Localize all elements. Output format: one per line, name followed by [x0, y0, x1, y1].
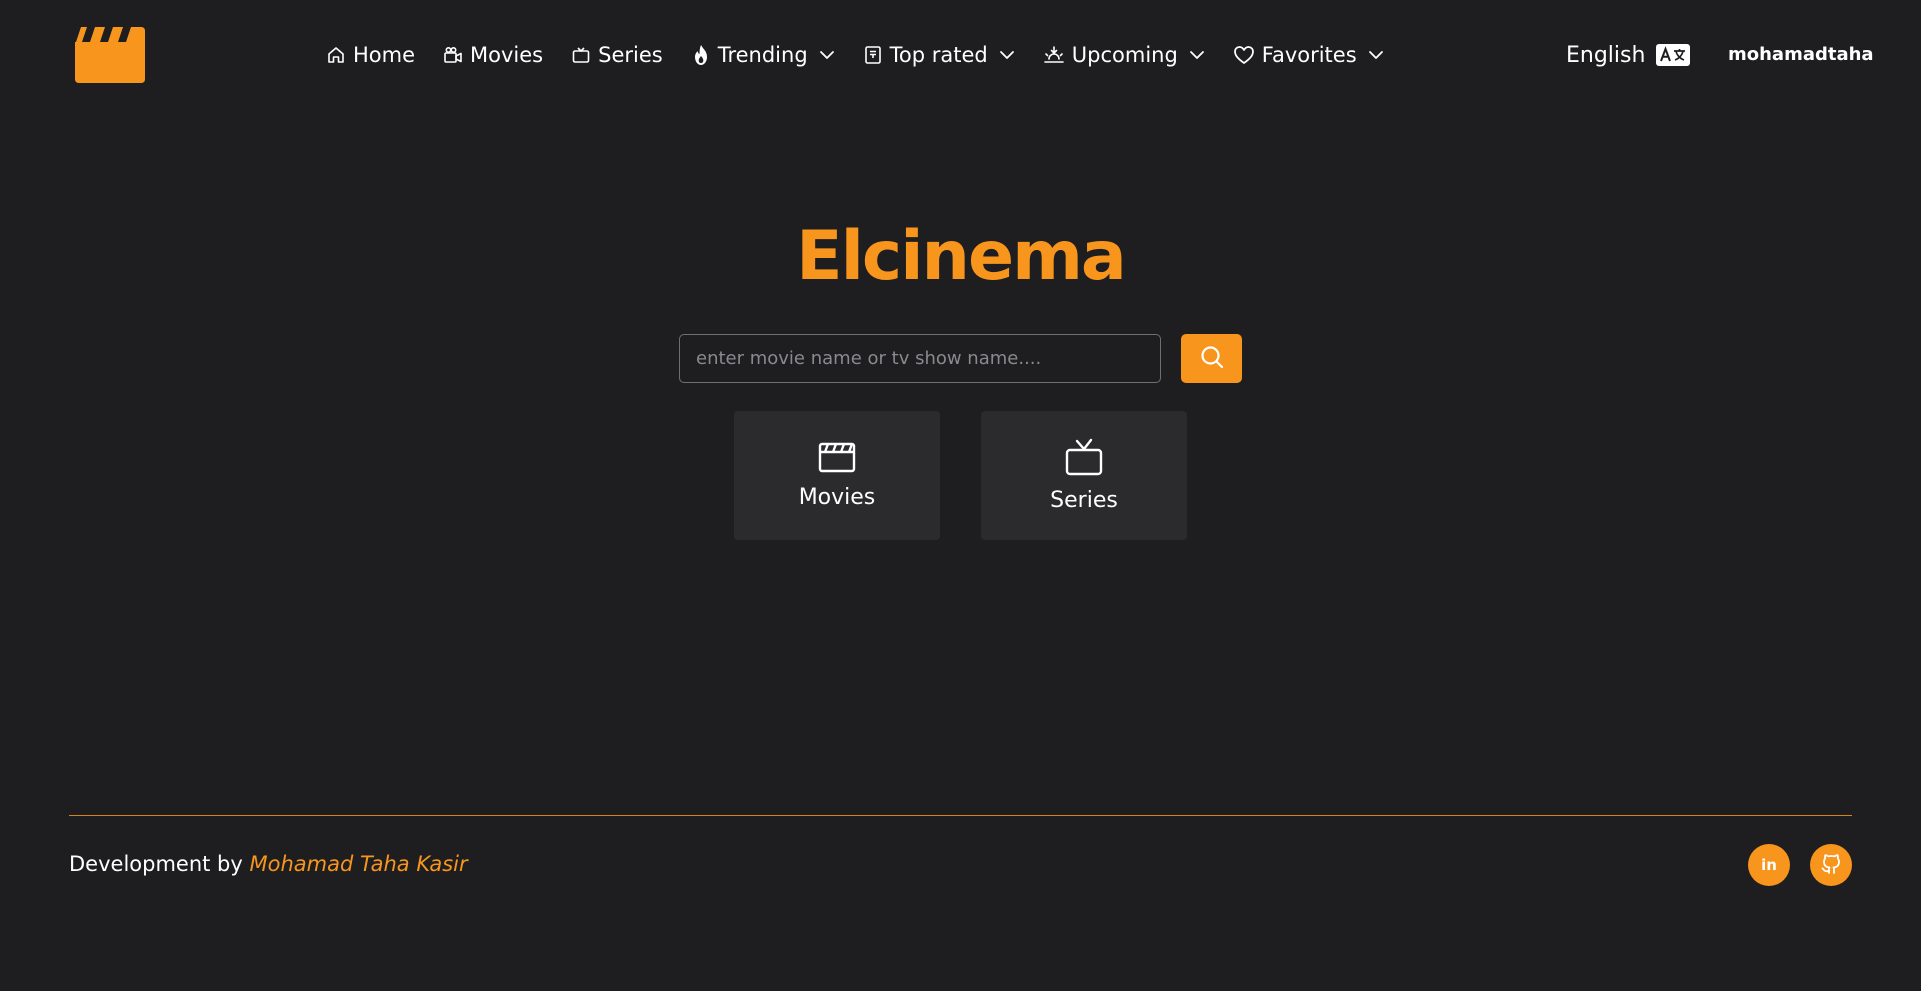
github-icon	[1819, 851, 1843, 879]
user-menu[interactable]: mohamadtaha	[1728, 38, 1874, 72]
nav-home[interactable]: Home	[326, 43, 415, 67]
nav-series-label: Series	[598, 43, 663, 67]
movies-card-label: Movies	[798, 485, 876, 510]
search-icon	[1199, 344, 1225, 373]
nav-upcoming[interactable]: Upcoming	[1043, 43, 1205, 67]
header: Home Movies Series Trending Top rated Up…	[0, 0, 1921, 110]
tv-icon	[1064, 438, 1104, 480]
clapperboard-icon	[818, 441, 856, 477]
nav-trending-label: Trending	[717, 43, 808, 67]
translate-icon	[1656, 44, 1691, 66]
flame-icon	[691, 44, 711, 66]
nav-favorites-label: Favorites	[1261, 43, 1357, 67]
footer-credit: Development by Mohamad Taha Kasir	[69, 849, 468, 879]
nav-movies[interactable]: Movies	[443, 43, 543, 67]
series-card[interactable]: Series	[981, 411, 1187, 540]
footer-divider	[69, 815, 1852, 816]
heart-icon	[1233, 45, 1255, 65]
main-nav: Home Movies Series Trending Top rated Up…	[326, 38, 1384, 72]
rating-card-icon	[863, 45, 883, 65]
nav-top-rated[interactable]: Top rated	[863, 43, 1015, 67]
nav-series[interactable]: Series	[571, 43, 663, 67]
language-switcher[interactable]: English	[1566, 38, 1691, 72]
chevron-down-icon	[819, 50, 835, 60]
clapperboard-logo-icon[interactable]	[75, 27, 145, 83]
credit-prefix: Development by	[69, 852, 243, 876]
linkedin-icon: in	[1761, 856, 1777, 874]
brand-title: Elcinema	[796, 217, 1127, 296]
nav-favorites[interactable]: Favorites	[1233, 43, 1384, 67]
movies-card[interactable]: Movies	[734, 411, 940, 540]
credit-author-link[interactable]: Mohamad Taha Kasir	[250, 852, 468, 876]
nav-trending[interactable]: Trending	[691, 43, 835, 67]
linkedin-button[interactable]: in	[1748, 844, 1790, 886]
home-icon	[326, 45, 346, 65]
language-label: English	[1566, 42, 1646, 68]
series-card-label: Series	[1050, 488, 1118, 513]
nav-top-rated-label: Top rated	[889, 43, 988, 67]
chevron-down-icon	[1189, 50, 1205, 60]
sunrise-icon	[1043, 45, 1065, 65]
search-input[interactable]	[679, 334, 1161, 383]
chevron-down-icon	[999, 50, 1015, 60]
nav-home-label: Home	[353, 43, 416, 67]
chevron-down-icon	[1368, 50, 1384, 60]
search-button[interactable]	[1181, 334, 1242, 383]
video-camera-icon	[443, 45, 463, 65]
github-button[interactable]	[1810, 844, 1852, 886]
tv-icon	[571, 45, 591, 65]
nav-upcoming-label: Upcoming	[1071, 43, 1178, 67]
nav-movies-label: Movies	[470, 43, 544, 67]
